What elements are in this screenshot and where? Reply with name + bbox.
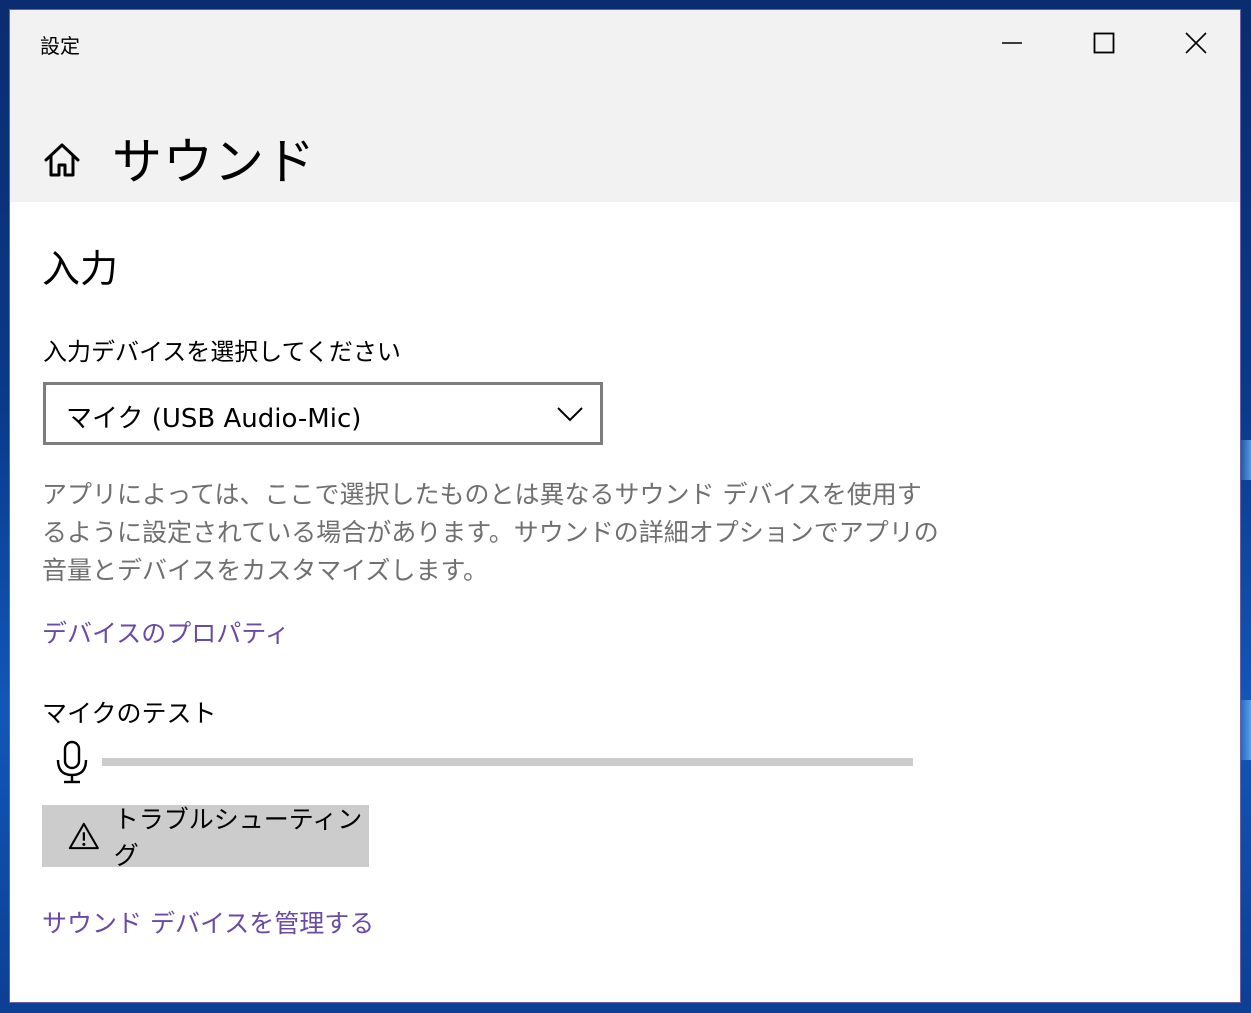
mic-level-meter (102, 758, 913, 766)
settings-window: 設定 サウンド 入力 入力デバイスを選択してください マイク (USB Audi… (9, 9, 1241, 1003)
troubleshoot-button[interactable]: トラブルシューティング (42, 805, 369, 870)
mic-test-label: マイクのテスト (42, 699, 217, 728)
title-bar: 設定 サウンド (10, 10, 1240, 202)
input-device-selected-value: マイク (USB Audio-Mic) (66, 404, 362, 434)
manage-sound-devices-link[interactable]: サウンド デバイスを管理する (42, 904, 374, 940)
maximize-button[interactable] (1058, 10, 1150, 76)
section-heading-input: 入力 (42, 247, 119, 291)
close-icon (1185, 32, 1207, 54)
device-properties-link[interactable]: デバイスのプロパティ (42, 614, 290, 650)
maximize-icon (1093, 32, 1115, 54)
minimize-icon (1002, 42, 1022, 44)
input-device-description: アプリによっては、ここで選択したものとは異なるサウンド デバイスを使用するように… (42, 480, 939, 585)
close-button[interactable] (1150, 10, 1240, 76)
home-icon[interactable] (42, 140, 82, 180)
page-title: サウンド (112, 133, 316, 191)
minimize-button[interactable] (966, 10, 1058, 76)
input-device-dropdown[interactable]: マイク (USB Audio-Mic) (43, 382, 603, 445)
microphone-icon (56, 740, 88, 784)
app-title: 設定 (40, 34, 80, 58)
input-device-label: 入力デバイスを選択してください (43, 338, 401, 366)
warning-icon (68, 822, 99, 850)
troubleshoot-label: トラブルシューティング (113, 805, 363, 870)
chevron-down-icon (557, 407, 583, 422)
